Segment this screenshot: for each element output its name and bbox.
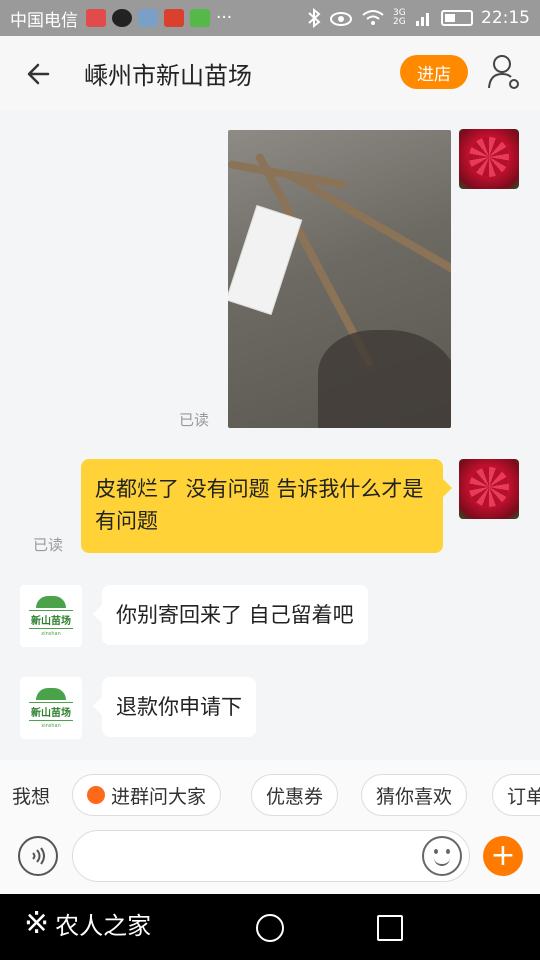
app-icon bbox=[164, 9, 184, 27]
chip-label: 进群问大家 bbox=[111, 785, 207, 808]
carrier-label: 中国电信 bbox=[10, 10, 78, 31]
status-right: 3G 2G 22:15 bbox=[307, 8, 530, 28]
read-receipt: 已读 bbox=[33, 536, 64, 554]
watermark-text: 农人之家 bbox=[55, 912, 152, 940]
chip-ask-group[interactable]: 进群问大家 bbox=[72, 774, 222, 816]
chip-label: 优惠券 bbox=[266, 785, 324, 808]
shop-text-message[interactable]: 退款你申请下 bbox=[93, 677, 256, 737]
battery-icon bbox=[441, 10, 473, 26]
network-type: 3G 2G bbox=[393, 8, 406, 27]
qq-icon bbox=[112, 9, 132, 27]
shop-avatar-sub: xinshan bbox=[41, 630, 61, 637]
photo-branch bbox=[228, 160, 347, 189]
notification-icons: ··· bbox=[86, 8, 232, 28]
quick-actions-bar: 我想 进群问大家 优惠券 猜你喜欢 订单 bbox=[0, 760, 540, 830]
shop-avatar-name: 新山苗场 bbox=[29, 609, 73, 629]
back-arrow-icon[interactable] bbox=[22, 56, 58, 92]
photo-label-tag bbox=[228, 205, 303, 315]
profile-settings-icon[interactable] bbox=[486, 52, 522, 92]
status-bar: 中国电信 ··· 3G 2G 22:15 bbox=[0, 0, 540, 36]
message-input[interactable] bbox=[72, 830, 470, 882]
chip-recommend[interactable]: 猜你喜欢 bbox=[361, 774, 468, 816]
chat-header: 嵊州市新山苗场 进店 bbox=[0, 36, 540, 110]
wifi-icon bbox=[362, 10, 384, 25]
clock: 22:15 bbox=[481, 8, 530, 28]
shop-avatar-name: 新山苗场 bbox=[29, 701, 73, 721]
image-message[interactable] bbox=[228, 130, 451, 428]
chip-label: 订单 bbox=[507, 785, 540, 808]
signal-icon bbox=[416, 13, 429, 26]
notification-icon bbox=[86, 9, 106, 27]
input-bar: + bbox=[0, 830, 540, 894]
diy-icon bbox=[190, 9, 210, 27]
gallery-icon bbox=[138, 9, 158, 27]
add-more-button[interactable]: + bbox=[483, 836, 523, 876]
recent-apps-button[interactable] bbox=[377, 915, 403, 941]
chip-coupon[interactable]: 优惠券 bbox=[251, 774, 339, 816]
my-avatar[interactable] bbox=[459, 459, 519, 519]
home-button[interactable] bbox=[256, 914, 284, 942]
emoji-icon[interactable] bbox=[422, 836, 462, 876]
shop-avatar[interactable]: 新山苗场 xinshan bbox=[20, 677, 82, 739]
eye-icon bbox=[330, 12, 352, 26]
chip-label: 猜你喜欢 bbox=[376, 785, 453, 808]
chat-area[interactable]: 已读 皮都烂了 没有问题 告诉我什么才是有问题 已读 新山苗场 xinshan … bbox=[0, 110, 540, 760]
voice-icon[interactable] bbox=[18, 836, 58, 876]
my-text-message[interactable]: 皮都烂了 没有问题 告诉我什么才是有问题 bbox=[81, 459, 452, 553]
photo-roots-shadow bbox=[318, 330, 451, 428]
quick-bar-label: 我想 bbox=[12, 786, 51, 808]
enter-shop-button[interactable]: 进店 bbox=[400, 55, 468, 89]
watermark: ※ 农人之家 bbox=[24, 906, 151, 941]
leaf-logo-icon bbox=[36, 687, 66, 700]
read-receipt: 已读 bbox=[179, 411, 210, 429]
person-icon bbox=[87, 786, 105, 804]
shop-text-message[interactable]: 你别寄回来了 自己留着吧 bbox=[93, 585, 368, 645]
sound-wave-icon bbox=[32, 847, 45, 865]
system-nav-bar: ※ 农人之家 bbox=[0, 894, 540, 960]
shop-avatar[interactable]: 新山苗场 xinshan bbox=[20, 585, 82, 647]
leaf-logo-icon bbox=[36, 595, 66, 608]
bluetooth-icon bbox=[308, 8, 321, 28]
shop-avatar-sub: xinshan bbox=[41, 722, 61, 729]
chip-orders[interactable]: 订单 bbox=[492, 774, 540, 816]
my-avatar[interactable] bbox=[459, 129, 519, 189]
chat-title: 嵊州市新山苗场 bbox=[84, 62, 252, 90]
overflow-indicator: ··· bbox=[216, 8, 233, 28]
watermark-logo-icon: ※ bbox=[24, 906, 50, 941]
